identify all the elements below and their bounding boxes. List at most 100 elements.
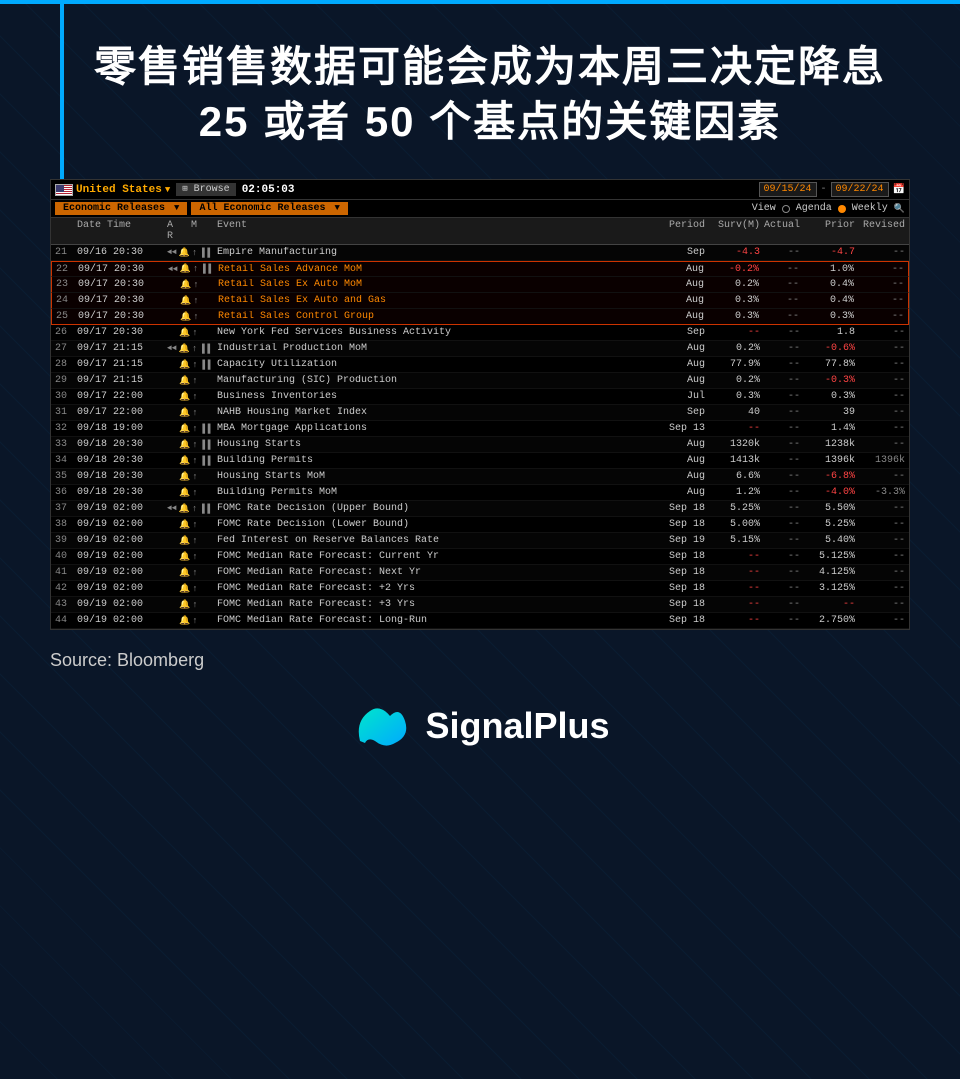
table-row[interactable]: 27 09/17 21:15 ◄◄ 🔔 ↑ ▐▐ Industrial Prod… [51, 341, 909, 357]
row-number: 27 [55, 343, 77, 354]
row-event: FOMC Median Rate Forecast: Long-Run [217, 615, 655, 626]
table-row[interactable]: 32 09/18 19:00 🔔 ↑ ▐▐ MBA Mortgage Appli… [51, 421, 909, 437]
bell-icon: 🔔 [179, 440, 190, 450]
row-period: Sep 18 [655, 519, 705, 530]
row-icons: 🔔 ↑ [168, 312, 218, 322]
row-actual: -- [760, 359, 800, 370]
row-prior: 1.4% [800, 423, 855, 434]
row-actual: -- [760, 487, 800, 498]
row-revised: -- [855, 407, 905, 418]
row-surv: 77.9% [705, 359, 760, 370]
row-event: MBA Mortgage Applications [217, 423, 655, 434]
table-row[interactable]: 41 09/19 02:00 🔔 ↑ FOMC Median Rate Fore… [51, 565, 909, 581]
row-number: 22 [56, 264, 78, 275]
row-surv: 0.2% [705, 343, 760, 354]
row-prior: 77.8% [800, 359, 855, 370]
table-row[interactable]: 37 09/19 02:00 ◄◄ 🔔 ↑ ▐▐ FOMC Rate Decis… [51, 501, 909, 517]
row-icons: 🔔 ↑ [167, 520, 217, 530]
row-number: 29 [55, 375, 77, 386]
table-row[interactable]: 33 09/18 20:30 🔔 ↑ ▐▐ Housing Starts Aug… [51, 437, 909, 453]
row-surv: 0.3% [704, 295, 759, 306]
row-number: 40 [55, 551, 77, 562]
arrow-icon: ↑ [192, 520, 197, 530]
table-row[interactable]: 39 09/19 02:00 🔔 ↑ Fed Interest on Reser… [51, 533, 909, 549]
row-revised: -- [855, 615, 905, 626]
row-period: Sep [655, 327, 705, 338]
agenda-radio[interactable] [838, 205, 846, 213]
table-row[interactable]: 35 09/18 20:30 🔔 ↑ Housing Starts MoM Au… [51, 469, 909, 485]
row-event: Building Permits [217, 455, 655, 466]
arrow-icon: ↑ [192, 456, 197, 466]
row-number: 31 [55, 407, 77, 418]
row-event: New York Fed Services Business Activity [217, 327, 655, 338]
row-prior: 5.125% [800, 551, 855, 562]
tab-all-eco-releases[interactable]: All Economic Releases ▼ [191, 202, 347, 215]
table-row[interactable]: 22 09/17 20:30 ◄◄ 🔔 ↑ ▐▐ Retail Sales Ad… [51, 261, 909, 277]
row-surv: 5.00% [705, 519, 760, 530]
row-datetime: 09/18 20:30 [77, 439, 167, 450]
terminal-header-row1: United States ▼ ⊞ Browse 02:05:03 09/15/… [51, 180, 909, 200]
row-surv: -- [705, 583, 760, 594]
table-row[interactable]: 43 09/19 02:00 🔔 ↑ FOMC Median Rate Fore… [51, 597, 909, 613]
table-row[interactable]: 25 09/17 20:30 🔔 ↑ Retail Sales Control … [51, 309, 909, 325]
tab-economic-releases[interactable]: Economic Releases ▼ [55, 202, 187, 215]
row-event: FOMC Median Rate Forecast: +2 Yrs [217, 583, 655, 594]
row-revised: -- [854, 279, 904, 290]
volume-icon: ◄◄ [167, 344, 177, 353]
time-display: 02:05:03 [242, 184, 295, 196]
table-row[interactable]: 42 09/19 02:00 🔔 ↑ FOMC Median Rate Fore… [51, 581, 909, 597]
table-row[interactable]: 26 09/17 20:30 🔔 ↑ New York Fed Services… [51, 325, 909, 341]
table-row[interactable]: 40 09/19 02:00 🔔 ↑ FOMC Median Rate Fore… [51, 549, 909, 565]
row-actual: -- [760, 247, 800, 258]
browse-button[interactable]: ⊞ Browse [176, 183, 235, 196]
row-surv: -- [705, 423, 760, 434]
table-row[interactable]: 44 09/19 02:00 🔔 ↑ FOMC Median Rate Fore… [51, 613, 909, 629]
table-row[interactable]: 24 09/17 20:30 🔔 ↑ Retail Sales Ex Auto … [51, 293, 909, 309]
view-radio[interactable] [782, 205, 790, 213]
row-datetime: 09/19 02:00 [77, 583, 167, 594]
row-prior: 0.4% [799, 295, 854, 306]
row-surv: -- [705, 567, 760, 578]
country-selector[interactable]: United States ▼ [55, 184, 170, 196]
table-row[interactable]: 30 09/17 22:00 🔔 ↑ Business Inventories … [51, 389, 909, 405]
title-section: 零售销售数据可能会成为本周三决定降息 25 或者 50 个基点的关键因素 [50, 40, 910, 149]
calendar-icon[interactable]: 📅 [893, 184, 905, 196]
row-number: 26 [55, 327, 77, 338]
table-row[interactable]: 29 09/17 21:15 🔔 ↑ Manufacturing (SIC) P… [51, 373, 909, 389]
row-datetime: 09/17 22:00 [77, 391, 167, 402]
row-period: Aug [655, 487, 705, 498]
table-row[interactable]: 31 09/17 22:00 🔔 ↑ NAHB Housing Market I… [51, 405, 909, 421]
arrow-icon: ↑ [192, 248, 197, 258]
arrow-icon: ↑ [193, 264, 198, 274]
row-number: 30 [55, 391, 77, 402]
table-row[interactable]: 23 09/17 20:30 🔔 ↑ Retail Sales Ex Auto … [51, 277, 909, 293]
table-row[interactable]: 28 09/17 21:15 🔔 ↑ ▐▐ Capacity Utilizati… [51, 357, 909, 373]
bell-icon: 🔔 [179, 344, 190, 354]
row-surv: -- [705, 615, 760, 626]
row-period: Aug [654, 279, 704, 290]
arrow-icon: ↑ [192, 488, 197, 498]
date-end[interactable]: 09/22/24 [831, 182, 889, 197]
row-prior: -6.8% [800, 471, 855, 482]
table-row[interactable]: 36 09/18 20:30 🔔 ↑ Building Permits MoM … [51, 485, 909, 501]
row-icons: 🔔 ↑ ▐▐ [167, 440, 217, 450]
row-surv: 0.3% [705, 391, 760, 402]
row-event: Retail Sales Advance MoM [218, 264, 654, 275]
table-row[interactable]: 34 09/18 20:30 🔔 ↑ ▐▐ Building Permits A… [51, 453, 909, 469]
row-actual: -- [759, 264, 799, 275]
table-row[interactable]: 38 09/19 02:00 🔔 ↑ FOMC Rate Decision (L… [51, 517, 909, 533]
row-event: Housing Starts MoM [217, 471, 655, 482]
date-start[interactable]: 09/15/24 [759, 182, 817, 197]
table-row[interactable]: 21 09/16 20:30 ◄◄ 🔔 ↑ ▐▐ Empire Manufact… [51, 245, 909, 261]
row-period: Aug [655, 375, 705, 386]
bell-icon: 🔔 [179, 584, 190, 594]
arrow-icon: ↑ [193, 280, 198, 290]
row-prior: -4.0% [800, 487, 855, 498]
row-prior: 0.3% [800, 391, 855, 402]
arrow-icon: ↑ [192, 328, 197, 338]
signalplus-logo-icon [350, 701, 410, 751]
row-event: Manufacturing (SIC) Production [217, 375, 655, 386]
page-title: 零售销售数据可能会成为本周三决定降息 25 或者 50 个基点的关键因素 [70, 40, 910, 149]
row-prior: -4.7 [800, 247, 855, 258]
row-period: Sep [655, 407, 705, 418]
